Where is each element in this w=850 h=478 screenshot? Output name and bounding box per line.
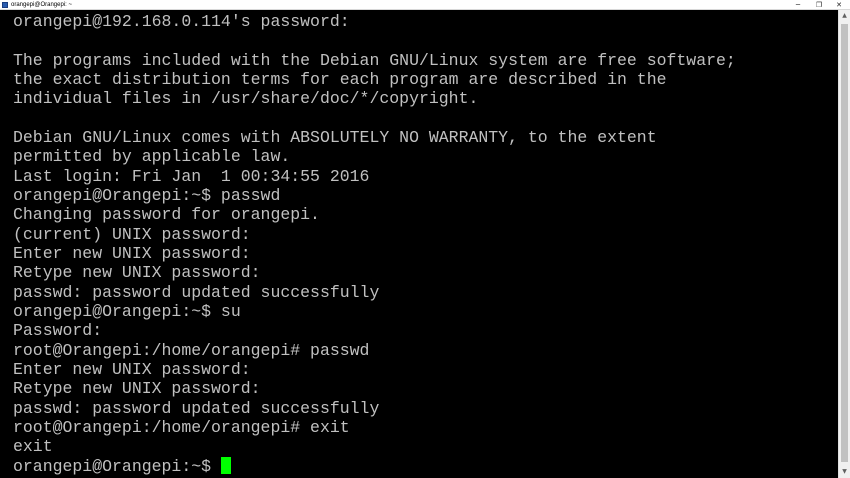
terminal-line: individual files in /usr/share/doc/*/cop… [13, 89, 479, 109]
terminal-line: Changing password for orangepi. [13, 205, 320, 225]
shell-prompt: orangepi@Orangepi:~$ [13, 456, 221, 476]
terminal-line: orangepi@Orangepi:~$ su [13, 301, 241, 321]
terminal-output[interactable]: orangepi@192.168.0.114's password: The pr… [0, 10, 838, 478]
terminal-line: orangepi@192.168.0.114's password: [13, 12, 350, 31]
maximize-button[interactable]: ❐ [808, 0, 830, 10]
terminal-line: the exact distribution terms for each pr… [13, 69, 667, 89]
terminal-line: Password: [13, 321, 103, 341]
putty-app-icon[interactable] [2, 2, 8, 8]
terminal-line: root@Orangepi:/home/orangepi# exit [13, 417, 350, 437]
terminal-line: passwd: password updated successfully [13, 398, 380, 418]
terminal-lines: orangepi@192.168.0.114's password: The pr… [13, 12, 736, 476]
close-button[interactable]: ✕ [828, 0, 850, 10]
scroll-up-icon[interactable]: ▲ [839, 10, 850, 22]
terminal-line: permitted by applicable law. [13, 147, 291, 167]
vertical-scrollbar[interactable]: ▲ ▼ [838, 10, 850, 478]
terminal-line: exit [13, 437, 53, 457]
terminal-line: The programs included with the Debian GN… [13, 50, 736, 70]
terminal-line: (current) UNIX password: [13, 224, 251, 244]
terminal-line: passwd: password updated successfully [13, 282, 380, 302]
window-title: orangepi@Orangepi: ~ [11, 2, 72, 8]
text-cursor [220, 456, 231, 474]
scroll-down-icon[interactable]: ▼ [839, 466, 850, 478]
terminal-window: orangepi@Orangepi: ~ ─ ❐ ✕ orangepi@192.… [0, 0, 850, 478]
terminal-line: orangepi@Orangepi:~$ passwd [13, 185, 281, 205]
title-bar[interactable]: orangepi@Orangepi: ~ ─ ❐ ✕ [0, 0, 850, 10]
minimize-button[interactable]: ─ [787, 0, 809, 10]
scroll-thumb[interactable] [841, 24, 848, 462]
terminal-line: Enter new UNIX password: [13, 243, 251, 263]
terminal-line: Last login: Fri Jan 1 00:34:55 2016 [13, 166, 370, 186]
terminal-prompt-line: orangepi@Orangepi:~$ [13, 456, 736, 476]
terminal-line: Retype new UNIX password: [13, 263, 261, 283]
terminal-line: Retype new UNIX password: [13, 379, 261, 399]
terminal-line: Enter new UNIX password: [13, 359, 251, 379]
terminal-line: Debian GNU/Linux comes with ABSOLUTELY N… [13, 127, 657, 147]
terminal-line: root@Orangepi:/home/orangepi# passwd [13, 340, 370, 360]
